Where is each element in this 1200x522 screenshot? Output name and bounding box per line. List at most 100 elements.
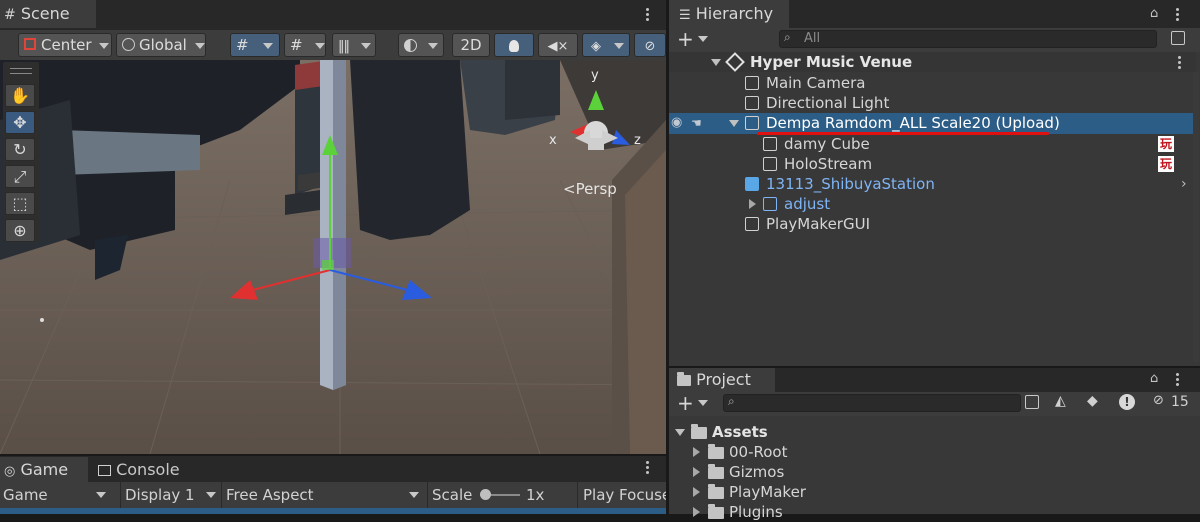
- folder-row[interactable]: Plugins: [669, 502, 1196, 522]
- chevron-down-icon: [613, 42, 624, 49]
- chevron-right-icon[interactable]: ›: [1181, 174, 1187, 194]
- effects-toggle[interactable]: ◈: [582, 33, 630, 57]
- hidden-packages-icon[interactable]: ⊘: [1153, 393, 1164, 408]
- scale-tool-button[interactable]: ⤢: [5, 165, 35, 188]
- filter-type-icon[interactable]: ◭: [1055, 393, 1066, 409]
- rect-tool-button[interactable]: ⬚: [5, 192, 35, 215]
- snap-icon: #: [290, 36, 303, 54]
- scale-slider-group: Scale 1x: [427, 482, 575, 508]
- chevron-down-icon: [99, 42, 110, 49]
- aspect-dropdown[interactable]: Free Aspect: [221, 482, 425, 508]
- tab-hierarchy[interactable]: ☰ Hierarchy: [669, 0, 789, 28]
- list-item[interactable]: adjust: [669, 194, 1196, 214]
- search-by-type-icon[interactable]: [1025, 395, 1039, 409]
- list-item[interactable]: Main Camera: [669, 73, 1196, 93]
- grid-snap-button[interactable]: #: [230, 33, 280, 57]
- list-icon: ☰: [679, 8, 691, 23]
- eye-slash-icon: ⊘: [644, 39, 656, 54]
- list-item[interactable]: Directional Light: [669, 93, 1196, 113]
- folder-row[interactable]: Assets: [669, 422, 1196, 442]
- item-label: 13113_ShibuyaStation: [766, 175, 935, 193]
- folder-row[interactable]: PlayMaker: [669, 482, 1196, 502]
- game-view-label: Game: [3, 486, 48, 504]
- folder-label: 00-Root: [729, 443, 788, 461]
- scale-slider-thumb[interactable]: [480, 489, 491, 500]
- expand-icon[interactable]: [693, 487, 700, 497]
- pick-hand-icon[interactable]: ☚: [691, 113, 702, 133]
- folder-row[interactable]: Gizmos: [669, 462, 1196, 482]
- expand-icon[interactable]: [749, 199, 756, 209]
- lighting-toggle[interactable]: [494, 33, 534, 57]
- scale-icon: ⤢: [13, 167, 27, 186]
- move-tool-button[interactable]: ✥: [5, 111, 35, 134]
- expand-icon[interactable]: [729, 120, 739, 127]
- component-badge-icon: 玩: [1158, 156, 1174, 172]
- tab-scene[interactable]: # Scene: [0, 0, 96, 28]
- scene-options-icon[interactable]: [1178, 54, 1182, 71]
- search-options-icon[interactable]: [1171, 31, 1185, 45]
- visibility-toggle[interactable]: ⊘: [634, 33, 666, 57]
- prefab-icon: [745, 177, 759, 191]
- ruler-button[interactable]: ‖‖: [332, 33, 376, 57]
- globe-icon: [122, 38, 135, 51]
- gameobject-icon: [763, 197, 777, 211]
- scene-row[interactable]: Hyper Music Venue: [669, 52, 1196, 72]
- persp-toggle[interactable]: <Persp: [563, 180, 617, 198]
- unity-scene-icon: [725, 52, 745, 72]
- project-search[interactable]: ⌕: [723, 394, 1021, 412]
- play-focused-label: Play Focuse: [583, 486, 666, 504]
- tab-game[interactable]: ◎ Game: [0, 457, 88, 483]
- hierarchy-menu-icon[interactable]: [1176, 6, 1180, 23]
- expand-icon[interactable]: [693, 447, 700, 457]
- list-item-selected[interactable]: ◉ ☚ Dempa Ramdom_ALL Scale20 (Upload): [669, 113, 1196, 135]
- mode-2d-label: 2D: [460, 36, 482, 54]
- list-item[interactable]: PlayMakerGUI: [669, 214, 1196, 234]
- list-item[interactable]: HoloStream 玩: [669, 154, 1196, 174]
- lock-icon[interactable]: ⌂: [1150, 371, 1158, 386]
- expand-icon[interactable]: [675, 429, 685, 436]
- add-button[interactable]: +: [677, 28, 708, 50]
- expand-icon[interactable]: [693, 507, 700, 517]
- space-dropdown[interactable]: Global: [116, 33, 206, 57]
- visibility-eye-icon[interactable]: ◉: [671, 113, 682, 133]
- console-icon: [98, 465, 111, 476]
- folder-icon: [708, 444, 724, 459]
- mute-icon: ◀×: [547, 39, 569, 54]
- create-button[interactable]: +: [677, 392, 708, 414]
- play-focused-dropdown[interactable]: Play Focuse: [577, 482, 666, 508]
- scene-tab-bar: [0, 0, 666, 31]
- shading-mode-button[interactable]: [398, 33, 444, 57]
- expand-icon[interactable]: [693, 467, 700, 477]
- filter-label-icon[interactable]: ◆: [1087, 393, 1098, 409]
- hidden-count: 15: [1171, 394, 1189, 410]
- chevron-down-icon: [263, 42, 274, 49]
- lock-icon[interactable]: ⌂: [1150, 6, 1158, 21]
- mode-2d-toggle[interactable]: 2D: [452, 33, 490, 57]
- folder-row[interactable]: 00-Root: [669, 442, 1196, 462]
- transform-tool-button[interactable]: ⊕: [5, 219, 35, 242]
- info-icon[interactable]: !: [1119, 394, 1135, 410]
- hierarchy-scrollbar[interactable]: [1193, 72, 1199, 362]
- display-label: Display 1: [125, 486, 195, 504]
- scale-value: 1x: [526, 486, 545, 504]
- audio-toggle[interactable]: ◀×: [538, 33, 578, 57]
- rect-icon: ⬚: [12, 194, 28, 213]
- scene-menu-icon[interactable]: [646, 6, 650, 23]
- list-item[interactable]: damy Cube 玩: [669, 134, 1196, 154]
- game-viewport: [0, 508, 666, 514]
- list-item[interactable]: 13113_ShibuyaStation ›: [669, 174, 1196, 194]
- tab-project[interactable]: Project: [669, 368, 775, 392]
- scene-viewport[interactable]: y x z <Persp ✋ ✥ ↻ ⤢ ⬚ ⊕: [0, 60, 666, 454]
- hierarchy-search[interactable]: ⌕ All: [779, 30, 1157, 48]
- game-view-dropdown[interactable]: Game: [0, 482, 112, 508]
- tab-console[interactable]: Console: [98, 457, 180, 483]
- game-menu-icon[interactable]: [646, 459, 650, 476]
- search-placeholder: All: [804, 31, 821, 46]
- project-menu-icon[interactable]: [1176, 371, 1180, 388]
- display-dropdown[interactable]: Display 1: [120, 482, 220, 508]
- folder-icon: [677, 372, 691, 386]
- hand-tool-button[interactable]: ✋: [5, 84, 35, 107]
- pivot-dropdown[interactable]: Center: [18, 33, 112, 57]
- rotate-tool-button[interactable]: ↻: [5, 138, 35, 161]
- increment-snap-button[interactable]: #: [284, 33, 326, 57]
